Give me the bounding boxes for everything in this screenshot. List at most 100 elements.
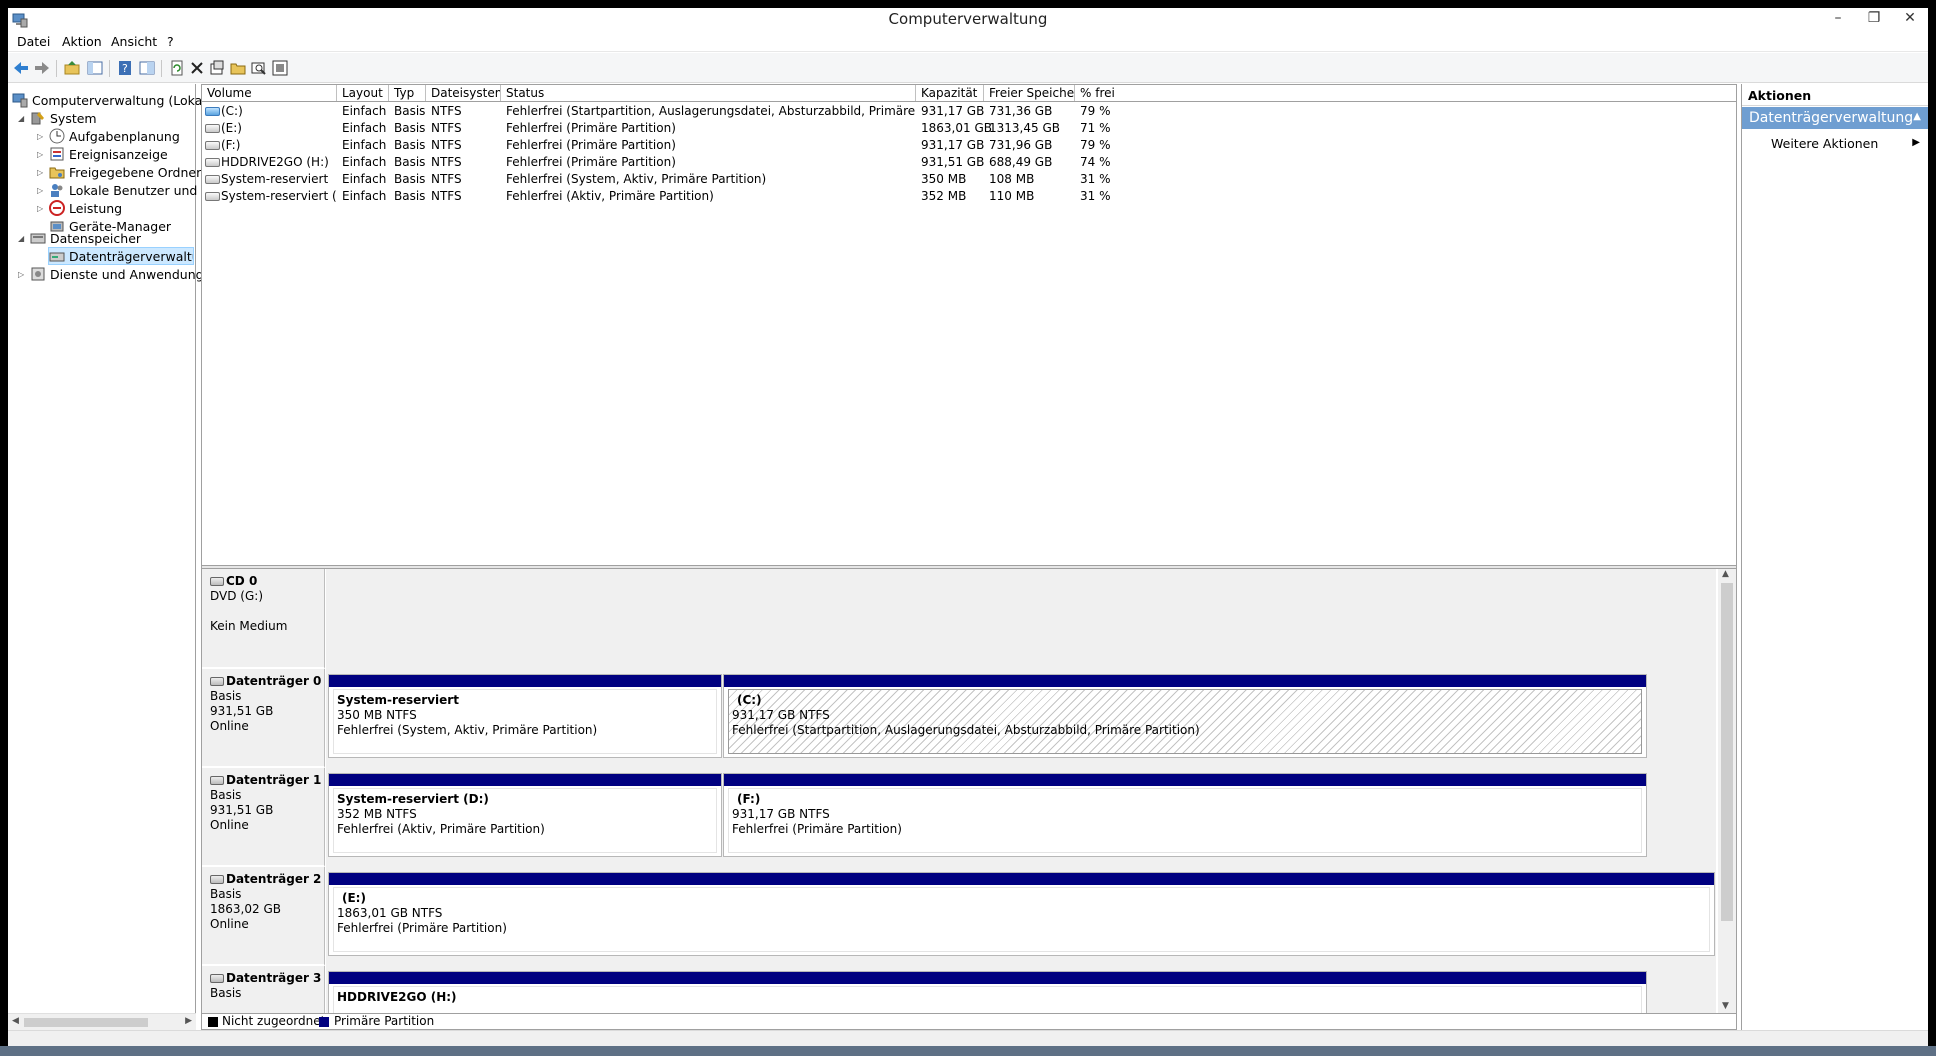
cell-layout: Einfach — [342, 138, 387, 152]
partition-f[interactable]: (F:) 931,17 GB NTFS Fehlerfrei (Primäre … — [723, 773, 1647, 857]
more-actions-link[interactable]: Weitere Aktionen — [1771, 136, 1878, 151]
toolbar: ? — [8, 53, 1928, 83]
help-icon[interactable]: ? — [116, 59, 134, 77]
cell-freier-speicher: 731,96 GB — [989, 138, 1053, 152]
open-icon[interactable] — [229, 59, 247, 77]
properties-icon[interactable] — [138, 59, 156, 77]
scroll-up-icon[interactable]: ▲ — [1722, 569, 1729, 579]
col-prozent-frei[interactable]: % frei — [1075, 85, 1133, 101]
disk-label[interactable]: CD 0 DVD (G:) Kein Medium — [202, 569, 325, 669]
col-kapazitaet[interactable]: Kapazität — [916, 85, 984, 101]
col-volume[interactable]: Volume — [202, 85, 337, 101]
tree-item-ereignisanzeige[interactable]: Ereignisanzeige — [49, 145, 168, 163]
scroll-right-icon[interactable]: ▶ — [185, 1016, 192, 1026]
tree-item-dienste[interactable]: Dienste und Anwendungen — [30, 265, 219, 283]
delete-icon[interactable] — [188, 59, 206, 77]
table-row[interactable]: System-reserviert (D:) Einfach Basis NTF… — [202, 188, 1736, 205]
cell-volume: (F:) — [221, 138, 241, 152]
cell-typ: Basis — [394, 104, 426, 118]
partition-h[interactable]: HDDRIVE2GO (H:) — [328, 971, 1647, 1013]
collapse-up-icon[interactable]: ▲ — [1913, 111, 1921, 122]
menu-ansicht[interactable]: Ansicht — [111, 34, 157, 49]
disk-label[interactable]: Datenträger 3 Basis — [202, 966, 325, 1013]
table-row[interactable]: (C:) Einfach Basis NTFS Fehlerfrei (Star… — [202, 103, 1736, 120]
tree-item-freigegebene-ordner[interactable]: Freigegebene Ordner — [49, 163, 201, 181]
disk-title: Datenträger 2 — [226, 872, 322, 886]
partition-title: System-reserviert — [337, 693, 459, 707]
tree-horizontal-scrollbar[interactable]: ◀ ▶ — [8, 1013, 196, 1030]
collapsed-arrow-icon[interactable]: ▷ — [37, 132, 47, 142]
disk-label[interactable]: Datenträger 2 Basis 1863,02 GB Online — [202, 867, 325, 966]
cell-kapazitaet: 350 MB — [921, 172, 967, 186]
scroll-thumb[interactable] — [1721, 583, 1733, 921]
tree-label: Ereignisanzeige — [69, 146, 168, 162]
disk-label[interactable]: Datenträger 1 Basis 931,51 GB Online — [202, 768, 325, 867]
scroll-down-icon[interactable]: ▼ — [1722, 1001, 1729, 1011]
up-icon[interactable] — [63, 59, 81, 77]
scroll-thumb[interactable] — [24, 1018, 148, 1027]
table-row[interactable]: System-reserviert Einfach Basis NTFS Feh… — [202, 171, 1736, 188]
refresh-icon[interactable] — [168, 59, 186, 77]
partition-status: Fehlerfrei (Startpartition, Auslagerungs… — [732, 723, 1200, 737]
collapsed-arrow-icon[interactable]: ▷ — [37, 186, 47, 196]
disk-status: Online — [210, 719, 249, 733]
graph-vertical-scrollbar[interactable]: ▲ ▼ — [1718, 569, 1736, 1013]
submenu-arrow-icon[interactable]: ▶ — [1912, 137, 1920, 148]
col-dateisystem[interactable]: Dateisystem — [426, 85, 501, 101]
cell-volume: HDDRIVE2GO (H:) — [221, 155, 329, 169]
expanded-arrow-icon[interactable]: ◢ — [18, 114, 28, 124]
cell-prozent-frei: 74 % — [1080, 155, 1111, 169]
actions-pane: Aktionen Datenträgerverwaltung ▲ Weitere… — [1741, 84, 1928, 1030]
col-typ[interactable]: Typ — [389, 85, 426, 101]
tree-item-datenspeicher[interactable]: Datenspeicher — [30, 229, 141, 247]
minimize-button[interactable]: – — [1820, 8, 1856, 30]
menu-datei[interactable]: Datei — [17, 34, 50, 49]
cell-status: Fehlerfrei (Startpartition, Auslagerungs… — [506, 104, 916, 118]
partition-body-selected: (C:) 931,17 GB NTFS Fehlerfrei (Startpar… — [728, 689, 1642, 754]
collapsed-arrow-icon[interactable]: ▷ — [37, 168, 47, 178]
disk-title: Datenträger 0 — [226, 674, 322, 688]
menu-aktion[interactable]: Aktion — [62, 34, 102, 49]
expanded-arrow-icon[interactable]: ◢ — [18, 234, 28, 244]
collapsed-arrow-icon[interactable]: ▷ — [37, 204, 47, 214]
col-freier-speicher[interactable]: Freier Speicher — [984, 85, 1075, 101]
maximize-button[interactable]: ❐ — [1856, 8, 1892, 30]
partition-size: 350 MB NTFS — [337, 708, 417, 722]
partition-c[interactable]: (C:) 931,17 GB NTFS Fehlerfrei (Startpar… — [723, 674, 1647, 758]
partition-e[interactable]: (E:) 1863,01 GB NTFS Fehlerfrei (Primäre… — [328, 872, 1715, 956]
tree-label: Computerverwaltung (Lokal) — [32, 92, 211, 108]
partition-system-reserved-d[interactable]: System-reserviert (D:) 352 MB NTFS Fehle… — [328, 773, 722, 857]
settings-icon[interactable] — [271, 59, 289, 77]
svg-text:?: ? — [122, 62, 128, 75]
back-icon[interactable] — [12, 59, 30, 77]
tree-item-leistung[interactable]: Leistung — [49, 199, 122, 217]
tree-item-aufgabenplanung[interactable]: Aufgabenplanung — [49, 127, 180, 145]
menu-help[interactable]: ? — [167, 34, 174, 49]
show-hide-tree-icon[interactable] — [86, 59, 104, 77]
table-row[interactable]: (E:) Einfach Basis NTFS Fehlerfrei (Prim… — [202, 120, 1736, 137]
tree-item-lokale-benutzer[interactable]: Lokale Benutzer und Gr — [49, 181, 216, 199]
collapsed-arrow-icon[interactable]: ▷ — [18, 270, 28, 280]
tree-item-datentraegerverwaltung[interactable]: Datenträgerverwaltung — [48, 247, 194, 265]
legend-unallocated: Nicht zugeordnet — [222, 1014, 326, 1028]
tree-item-root[interactable]: Computerverwaltung (Lokal) — [12, 91, 211, 109]
forward-icon[interactable] — [33, 59, 51, 77]
cell-kapazitaet: 1863,01 GB — [921, 121, 992, 135]
col-status[interactable]: Status — [501, 85, 916, 101]
collapsed-arrow-icon[interactable]: ▷ — [37, 150, 47, 160]
partition-system-reserved[interactable]: System-reserviert 350 MB NTFS Fehlerfrei… — [328, 674, 722, 758]
col-layout[interactable]: Layout — [337, 85, 389, 101]
search-icon[interactable] — [250, 59, 268, 77]
disk-label[interactable]: Datenträger 0 Basis 931,51 GB Online — [202, 669, 325, 768]
disk-area: System-reserviert 350 MB NTFS Fehlerfrei… — [326, 669, 1716, 768]
partition-title: (F:) — [737, 792, 761, 806]
table-row[interactable]: HDDRIVE2GO (H:) Einfach Basis NTFS Fehle… — [202, 154, 1736, 171]
scroll-left-icon[interactable]: ◀ — [12, 1016, 19, 1026]
close-button[interactable]: ✕ — [1892, 8, 1928, 30]
tree-item-system[interactable]: System — [30, 109, 97, 127]
actions-group-header[interactable]: Datenträgerverwaltung ▲ — [1742, 107, 1928, 129]
cell-prozent-frei: 79 % — [1080, 104, 1111, 118]
table-row[interactable]: (F:) Einfach Basis NTFS Fehlerfrei (Prim… — [202, 137, 1736, 154]
main-window: Computerverwaltung – ❐ ✕ Datei Aktion An… — [8, 8, 1928, 1054]
new-icon[interactable] — [208, 59, 226, 77]
